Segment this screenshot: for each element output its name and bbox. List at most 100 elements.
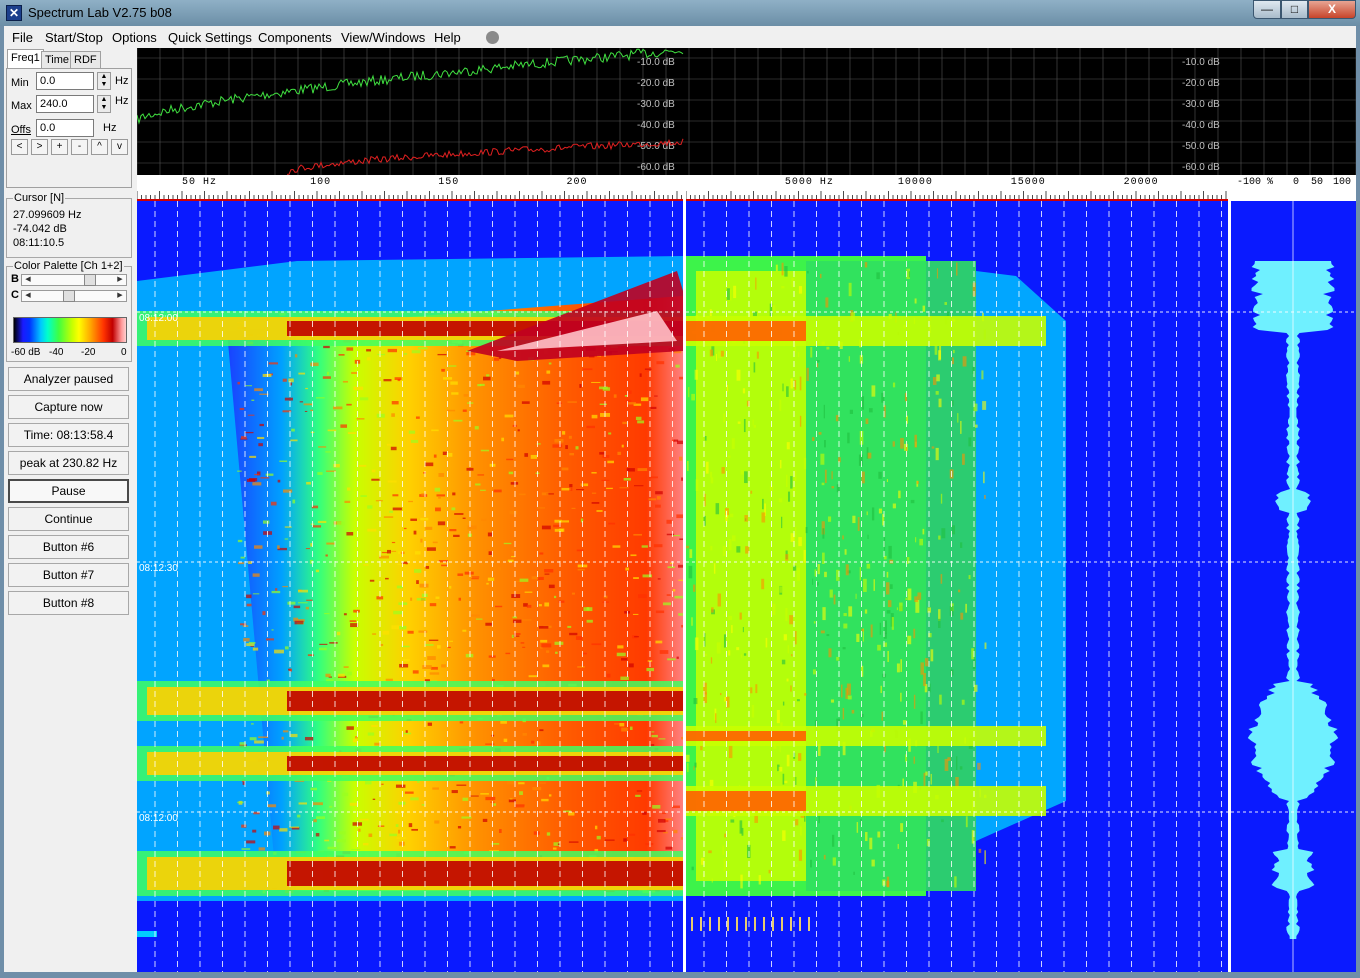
brightness-left-arrow-icon[interactable]: ◀ <box>22 275 34 285</box>
waterfall-hf-blip <box>790 917 792 931</box>
contrast-left-arrow-icon[interactable]: ◀ <box>22 291 34 301</box>
waterfall-speckle <box>443 377 453 380</box>
waterfall-hf-speckle <box>722 845 725 855</box>
contrast-slider[interactable]: ◀ ▶ <box>21 290 127 302</box>
waterfall-hf-speckle <box>906 557 910 564</box>
waterfall-speckle <box>310 362 319 367</box>
waterfall-hf-speckle <box>864 262 868 268</box>
command-button-1[interactable]: Analyzer paused <box>8 367 129 391</box>
waterfall-hf-speckle <box>824 469 827 484</box>
waterfall-high-band[interactable] <box>686 201 1228 972</box>
min-unit: Hz <box>115 75 129 87</box>
brightness-slider[interactable]: ◀ ▶ <box>21 274 127 286</box>
command-button-7[interactable]: Button #6 <box>8 535 129 559</box>
waterfall-hf-speckle <box>944 302 947 305</box>
waterfall-band-core <box>287 756 683 771</box>
tab-time[interactable]: Time <box>41 51 74 68</box>
command-button-6[interactable]: Continue <box>8 507 129 531</box>
scroll-up-button[interactable]: ^ <box>91 139 108 155</box>
waterfall-hf-speckle <box>978 848 982 853</box>
waterfall-speckle <box>274 649 284 654</box>
waterfall-speckle <box>630 554 637 557</box>
waterfall-speckle <box>486 582 489 585</box>
db-label-left: -60.0 dB <box>637 162 675 173</box>
menu-file[interactable]: File <box>12 30 33 45</box>
waterfall-speckle <box>293 605 301 609</box>
waterfall-hf-speckle <box>968 437 972 447</box>
command-button-8[interactable]: Button #7 <box>8 563 129 587</box>
color-palette-bar[interactable] <box>13 317 127 343</box>
waterfall-hf-speckle <box>968 575 971 580</box>
waterfall-speckle <box>317 520 327 524</box>
waterfall-hf-speckle <box>728 539 732 551</box>
waterfall-speckle <box>619 722 625 727</box>
waterfall-speckle <box>602 454 610 458</box>
waterfall-speckle <box>294 620 304 625</box>
waterfall-speckle <box>471 576 480 578</box>
waterfall-speckle <box>340 424 348 428</box>
spectrum-graph[interactable]: -10.0 dB -10.0 dB -20.0 dB -20.0 dB -30.0 dB… <box>137 48 1356 175</box>
zoom-out-button[interactable]: - <box>71 139 88 155</box>
tab-rdf[interactable]: RDF <box>70 51 101 68</box>
contrast-right-arrow-icon[interactable]: ▶ <box>114 291 126 301</box>
min-freq-spinner[interactable]: ▲ ▼ <box>97 72 111 90</box>
offset-field[interactable]: 0.0 <box>36 119 94 137</box>
command-button-9[interactable]: Button #8 <box>8 591 129 615</box>
db-label-left: -20.0 dB <box>637 78 675 89</box>
command-button-2[interactable]: Capture now <box>8 395 129 419</box>
waterfall-speckle <box>519 791 523 795</box>
waterfall-speckle <box>244 431 254 434</box>
scope-scale[interactable]: -100 % 0 50 100 <box>1231 175 1356 201</box>
waterfall-speckle <box>299 401 304 403</box>
waterfall-speckle <box>385 577 389 580</box>
frequency-scale-1[interactable]: 50 Hz 100 150 200 <box>137 175 683 201</box>
spectrum-display[interactable]: -10.0 dB -10.0 dB -20.0 dB -20.0 dB -30.0 dB… <box>137 48 1356 972</box>
command-button-3[interactable]: Time: 08:13:58.4 <box>8 423 129 447</box>
max-freq-field[interactable]: 240.0 <box>36 95 94 113</box>
min-freq-field[interactable]: 0.0 <box>36 72 94 90</box>
tab-freq1[interactable]: Freq1 <box>7 49 44 68</box>
menu-help[interactable]: Help <box>434 30 461 45</box>
menu-options[interactable]: Options <box>112 30 157 45</box>
waterfall-speckle <box>608 522 616 525</box>
frequency-scale-2[interactable]: 5000 Hz 10000 15000 20000 <box>686 175 1228 201</box>
waterfall-speckle <box>358 464 367 467</box>
waterfall-hf-speckle <box>728 650 731 656</box>
scroll-right-button[interactable]: > <box>31 139 48 155</box>
zoom-in-button[interactable]: + <box>51 139 68 155</box>
waterfall-speckle <box>542 664 550 668</box>
menu-components[interactable]: Components <box>258 30 332 45</box>
command-button-4[interactable]: peak at 230.82 Hz <box>8 451 129 475</box>
waterfall-speckle <box>298 802 308 805</box>
menu-start-stop[interactable]: Start/Stop <box>45 30 103 45</box>
waterfall-hf-speckle <box>797 352 800 358</box>
brightness-right-arrow-icon[interactable]: ▶ <box>114 275 126 285</box>
scroll-down-button[interactable]: v <box>111 139 128 155</box>
waterfall-speckle <box>329 642 338 644</box>
waterfall-speckle <box>239 407 245 411</box>
menu-view-windows[interactable]: View/Windows <box>341 30 425 45</box>
cursor-level: -74.042 dB <box>13 223 67 235</box>
waterfall-hf-speckle <box>922 305 925 312</box>
waterfall-hf-speckle <box>720 350 724 357</box>
command-button-5[interactable]: Pause <box>8 479 129 503</box>
scope-waterfall[interactable] <box>1231 201 1356 972</box>
waterfall-speckle <box>674 595 683 599</box>
waterfall-hf-speckle <box>907 588 912 601</box>
waterfall-hf-blip <box>709 917 711 931</box>
scroll-left-button[interactable]: < <box>11 139 28 155</box>
close-button[interactable]: X <box>1308 0 1356 19</box>
waterfall-speckle <box>548 584 555 589</box>
maximize-button[interactable]: □ <box>1281 0 1308 19</box>
waterfall-hf-speckle <box>852 515 856 524</box>
contrast-slider-thumb[interactable] <box>63 290 76 302</box>
waterfall-low-band[interactable]: 08:12:00 08:12:30 08:12:00 <box>137 201 683 972</box>
waterfall-speckle <box>544 602 550 607</box>
max-freq-spinner[interactable]: ▲ ▼ <box>97 95 111 113</box>
menu-quick-settings[interactable]: Quick Settings <box>168 30 252 45</box>
waterfall-hf-speckle <box>919 538 924 546</box>
waterfall-speckle <box>606 487 613 490</box>
minimize-button[interactable]: — <box>1253 0 1281 19</box>
brightness-slider-thumb[interactable] <box>84 274 97 286</box>
waterfall-hf-speckle <box>691 617 693 626</box>
